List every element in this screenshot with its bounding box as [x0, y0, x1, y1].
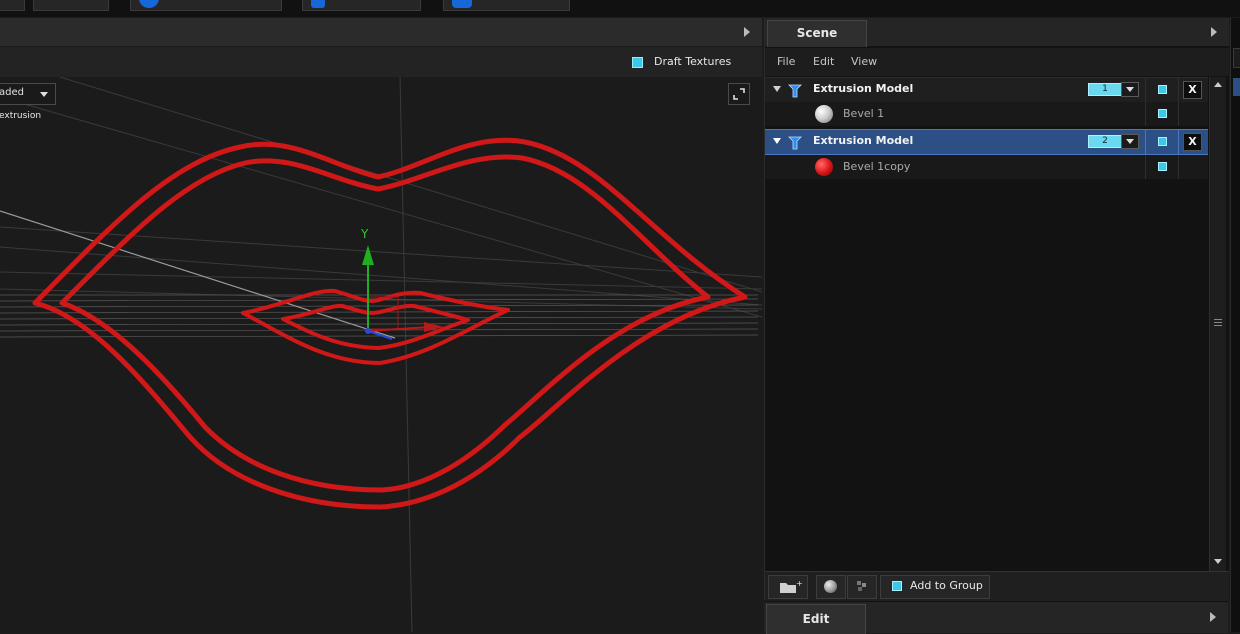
visibility-toggle[interactable] [1158, 109, 1167, 118]
svg-text:+: + [796, 579, 803, 588]
scroll-down-icon[interactable] [1214, 559, 1222, 564]
scene-row-model-selected[interactable]: Extrusion Model 2 X [765, 129, 1208, 155]
scene-row-material[interactable]: Bevel 1 [765, 102, 1208, 126]
side-dock-strip [1230, 18, 1240, 632]
material-sphere-icon [815, 158, 833, 176]
maximize-button[interactable] [728, 83, 750, 105]
draft-textures-label: Draft Textures [654, 55, 732, 68]
extrusion-model-icon [788, 136, 802, 150]
material-sphere-icon [815, 105, 833, 123]
toolbar-button[interactable] [0, 0, 25, 11]
draft-textures-checkbox[interactable] [632, 57, 643, 68]
collapse-arrow-icon[interactable] [1210, 612, 1216, 622]
material-sphere-icon [824, 580, 837, 593]
shading-mode-select[interactable]: aded [0, 83, 56, 105]
add-to-group-label: Add to Group [910, 579, 983, 592]
model-name: Extrusion Model [813, 82, 914, 95]
model-number-dropdown[interactable] [1121, 82, 1139, 97]
add-to-group-checkbox[interactable] [892, 581, 902, 591]
visibility-toggle[interactable] [1158, 162, 1167, 171]
viewport-scene: Y [0, 77, 762, 632]
dock-highlight [1233, 78, 1240, 96]
scene-row-model[interactable]: Extrusion Model 1 X [765, 77, 1208, 103]
scroll-up-icon[interactable] [1214, 82, 1222, 87]
top-toolbar [0, 0, 1240, 17]
mouth-outer-contour[interactable] [241, 288, 510, 365]
extrusion-model-icon [788, 84, 802, 98]
scene-menu-bar: File Edit View [765, 48, 1229, 76]
delete-model-button[interactable]: X [1183, 81, 1202, 99]
maximize-icon [733, 88, 745, 100]
chevron-down-icon [1126, 139, 1134, 144]
tab-scene[interactable]: Scene [767, 20, 867, 47]
shading-mode-value: aded [0, 87, 24, 98]
delete-model-button[interactable]: X [1183, 133, 1202, 151]
visibility-toggle[interactable] [1158, 137, 1167, 146]
scene-panel: Scene File Edit View Extrusion Model 1 X… [764, 18, 1229, 601]
collapse-arrow-icon[interactable] [1211, 27, 1217, 37]
add-material-button[interactable] [816, 575, 846, 599]
model-number-field[interactable]: 1 [1088, 83, 1122, 96]
collapse-arrow-icon[interactable] [744, 27, 750, 37]
3d-viewport[interactable]: Y aded extrusion [0, 77, 762, 632]
visibility-toggle[interactable] [1158, 85, 1167, 94]
menu-file[interactable]: File [777, 55, 795, 68]
viewport-header [0, 18, 762, 47]
folder-add-icon: + [780, 579, 803, 593]
model-number-field[interactable]: 2 [1088, 135, 1122, 148]
add-effect-button[interactable] [847, 575, 877, 599]
scene-scrollbar[interactable] [1209, 77, 1226, 571]
scene-footer-toolbar: + Add to Group [765, 571, 1229, 601]
expand-triangle-icon[interactable] [773, 138, 781, 144]
model-number-dropdown[interactable] [1121, 134, 1139, 149]
scene-row-material[interactable]: Bevel 1copy [765, 155, 1208, 179]
chevron-down-icon [1126, 87, 1134, 92]
menu-edit[interactable]: Edit [813, 55, 834, 68]
shape-icon [452, 0, 472, 8]
scene-tree: Extrusion Model 1 X Bevel 1 Extrusion Mo… [765, 77, 1209, 569]
tab-edit[interactable]: Edit [766, 604, 866, 634]
toolbar-button-cube[interactable] [302, 0, 421, 11]
expand-triangle-icon[interactable] [773, 86, 781, 92]
scene-panel-header: Scene [765, 18, 1229, 47]
model-name: Extrusion Model [813, 134, 914, 147]
material-name: Bevel 1 [843, 107, 885, 120]
cube-icon [311, 0, 325, 8]
toolbar-button[interactable] [33, 0, 109, 11]
globe-icon [139, 0, 159, 8]
new-folder-button[interactable]: + [768, 575, 808, 599]
gizmo-y-axis-label: Y [360, 227, 369, 241]
effects-icon [857, 581, 866, 591]
toolbar-button-globe[interactable] [130, 0, 282, 11]
material-name: Bevel 1copy [843, 160, 911, 173]
dock-tab[interactable] [1233, 48, 1240, 68]
object-name-label: extrusion [0, 111, 42, 121]
chevron-down-icon [40, 92, 48, 97]
toolbar-button-shape[interactable] [443, 0, 570, 11]
scroll-grip-icon[interactable] [1214, 319, 1222, 327]
menu-view[interactable]: View [851, 55, 877, 68]
viewport-toolbar: Draft Textures [0, 47, 762, 77]
edit-panel: Edit [764, 601, 1228, 634]
